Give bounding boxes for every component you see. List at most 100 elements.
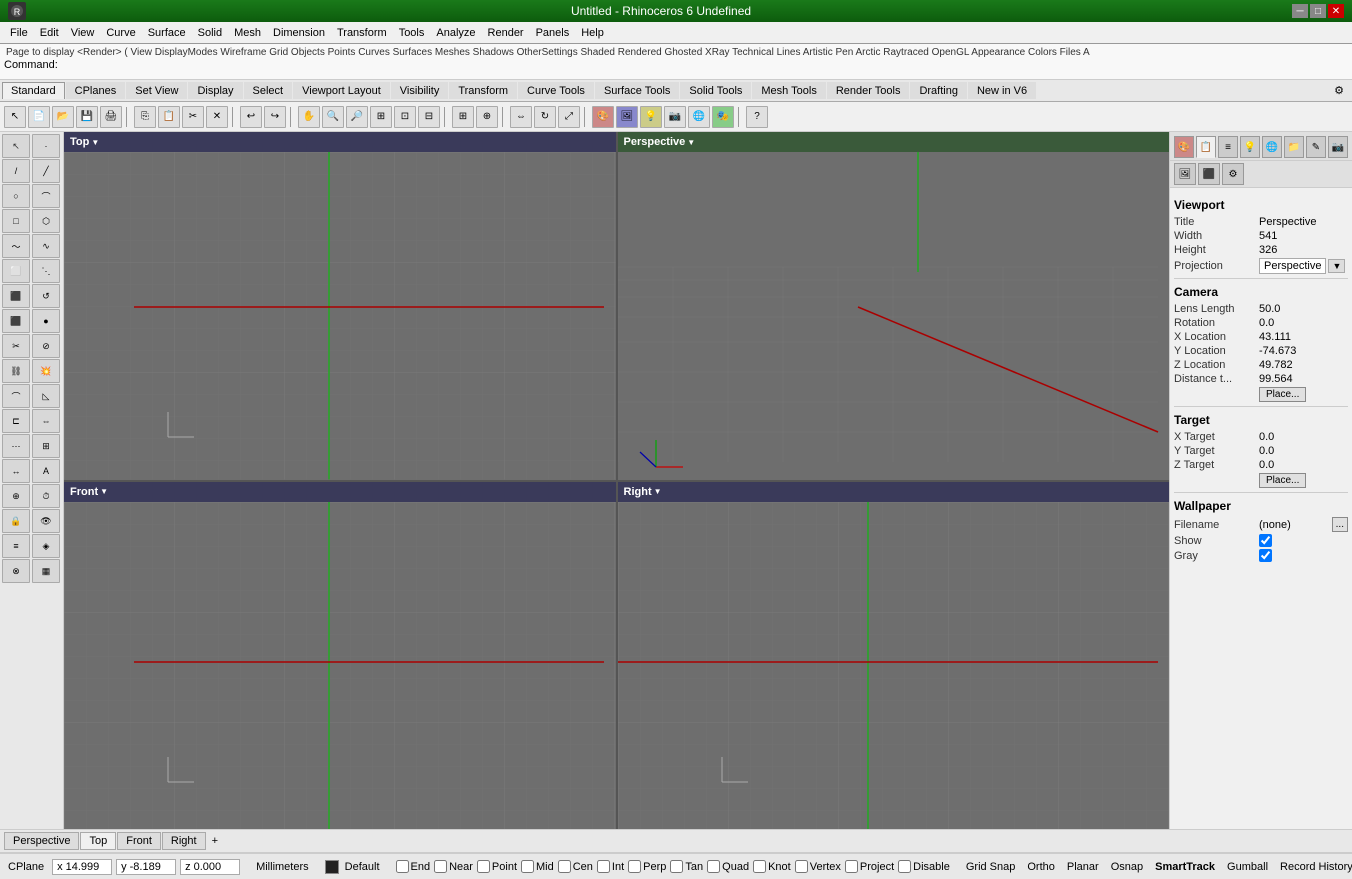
menu-tools[interactable]: Tools xyxy=(393,25,431,41)
snap-knot[interactable]: Knot xyxy=(753,860,791,873)
box-btn[interactable]: ⬛ xyxy=(2,309,30,333)
render-btn[interactable]: 🖼 xyxy=(616,106,638,128)
menu-transform[interactable]: Transform xyxy=(331,25,393,41)
redo-btn[interactable]: ↪ xyxy=(264,106,286,128)
rp-tab-lights[interactable]: 💡 xyxy=(1240,136,1260,158)
point-btn[interactable]: · xyxy=(32,134,60,158)
menu-surface[interactable]: Surface xyxy=(142,25,192,41)
arrow-select-btn[interactable]: ↖ xyxy=(2,134,30,158)
snap-end-checkbox[interactable] xyxy=(396,860,409,873)
viewport-front[interactable]: Front ▼ xyxy=(64,482,616,830)
print-btn[interactable]: 🖨 xyxy=(100,106,122,128)
snap-mid[interactable]: Mid xyxy=(521,860,554,873)
mesh-btn[interactable]: ⋱ xyxy=(32,259,60,283)
new-btn[interactable]: 📄 xyxy=(28,106,50,128)
text-btn[interactable]: A xyxy=(32,459,60,483)
viewport-top-menu[interactable]: ▼ xyxy=(91,138,99,147)
zoom-in-btn[interactable]: 🔍 xyxy=(322,106,344,128)
menu-analyze[interactable]: Analyze xyxy=(430,25,481,41)
rp-tab-material[interactable]: 🎨 xyxy=(1174,136,1194,158)
snap-vertex-checkbox[interactable] xyxy=(795,860,808,873)
snap-near[interactable]: Near xyxy=(434,860,473,873)
rectangle-btn[interactable]: □ xyxy=(2,209,30,233)
filename-browse-btn[interactable]: ... xyxy=(1332,517,1348,532)
tab-drafting[interactable]: Drafting xyxy=(910,82,967,99)
rp-tab-settings[interactable]: ⚙ xyxy=(1222,163,1244,185)
tab-viewport-layout[interactable]: Viewport Layout xyxy=(293,82,390,99)
btm-tab-perspective[interactable]: Perspective xyxy=(4,832,79,850)
menu-edit[interactable]: Edit xyxy=(34,25,65,41)
camera-btn[interactable]: 📷 xyxy=(664,106,686,128)
snap-cen-checkbox[interactable] xyxy=(558,860,571,873)
save-btn[interactable]: 💾 xyxy=(76,106,98,128)
menu-solid[interactable]: Solid xyxy=(192,25,228,41)
snap-project[interactable]: Project xyxy=(845,860,894,873)
snap-quad-checkbox[interactable] xyxy=(707,860,720,873)
gumball-btn[interactable]: ⊕ xyxy=(2,484,30,508)
rp-tab-layers[interactable]: ≡ xyxy=(1218,136,1238,158)
tab-visibility[interactable]: Visibility xyxy=(391,82,449,99)
tab-select[interactable]: Select xyxy=(244,82,293,99)
snap-tan[interactable]: Tan xyxy=(670,860,703,873)
viewport-perspective-menu[interactable]: ▼ xyxy=(687,138,695,147)
viewport-front-canvas[interactable] xyxy=(64,502,616,830)
viewport-right[interactable]: Right ▼ xyxy=(618,482,1170,830)
command-input[interactable] xyxy=(62,59,1348,71)
pan-btn[interactable]: ✋ xyxy=(298,106,320,128)
trim-btn[interactable]: ✂ xyxy=(2,334,30,358)
layer-btn[interactable]: ≡ xyxy=(2,534,30,558)
grid-snap-btn[interactable]: Grid Snap xyxy=(962,860,1020,874)
tab-mesh-tools[interactable]: Mesh Tools xyxy=(752,82,825,99)
gumball-btn[interactable]: Gumball xyxy=(1223,860,1272,874)
snap-disable[interactable]: Disable xyxy=(898,860,950,873)
viewport-right-menu[interactable]: ▼ xyxy=(654,487,662,496)
move-btn[interactable]: ⇔ xyxy=(510,106,532,128)
snap-tan-checkbox[interactable] xyxy=(670,860,683,873)
rp-tab-properties[interactable]: 📋 xyxy=(1196,136,1216,158)
snap-disable-checkbox[interactable] xyxy=(898,860,911,873)
sphere-btn[interactable]: ● xyxy=(32,309,60,333)
join-btn[interactable]: ⛓ xyxy=(2,359,30,383)
btm-tab-top[interactable]: Top xyxy=(80,832,116,850)
snap-end[interactable]: End xyxy=(396,860,431,873)
select-tool-btn[interactable]: ↖ xyxy=(4,106,26,128)
btm-tab-add-btn[interactable]: + xyxy=(207,833,223,849)
snap-near-checkbox[interactable] xyxy=(434,860,447,873)
scale-btn[interactable]: ⤢ xyxy=(558,106,580,128)
rp-tab-render-preview[interactable]: 🖼 xyxy=(1174,163,1196,185)
viewport-right-canvas[interactable] xyxy=(618,502,1170,830)
delete-btn[interactable]: ✕ xyxy=(206,106,228,128)
rp-tab-environment[interactable]: 🌐 xyxy=(1262,136,1282,158)
arc-btn[interactable]: ⌒ xyxy=(32,184,60,208)
snap-int[interactable]: Int xyxy=(597,860,624,873)
snap-btn[interactable]: ⊕ xyxy=(476,106,498,128)
analysis-btn[interactable]: ⊗ xyxy=(2,559,30,583)
snap-point-checkbox[interactable] xyxy=(477,860,490,873)
zoom-extent-btn[interactable]: ⊡ xyxy=(394,106,416,128)
menu-file[interactable]: File xyxy=(4,25,34,41)
viewport-top-canvas[interactable] xyxy=(64,152,616,480)
polyline-btn[interactable]: ╱ xyxy=(32,159,60,183)
tab-transform[interactable]: Transform xyxy=(449,82,517,99)
copy-btn[interactable]: ⎘ xyxy=(134,106,156,128)
dimension-btn[interactable]: ↔ xyxy=(2,459,30,483)
btm-tab-front[interactable]: Front xyxy=(117,832,161,850)
rp-tab-camera[interactable]: 📷 xyxy=(1328,136,1348,158)
snap-point[interactable]: Point xyxy=(477,860,517,873)
rotate-btn[interactable]: ↻ xyxy=(534,106,556,128)
close-button[interactable]: ✕ xyxy=(1328,4,1344,18)
undo-btn[interactable]: ↩ xyxy=(240,106,262,128)
extrude-btn[interactable]: ⬛ xyxy=(2,284,30,308)
projection-dropdown[interactable]: Perspective ▼ xyxy=(1259,258,1345,274)
snap-knot-checkbox[interactable] xyxy=(753,860,766,873)
snap-quad[interactable]: Quad xyxy=(707,860,749,873)
viewport-perspective[interactable]: Perspective ▼ xyxy=(618,132,1170,480)
tab-curve-tools[interactable]: Curve Tools xyxy=(518,82,594,99)
mirror-btn[interactable]: ⇔ xyxy=(32,409,60,433)
fillet-btn[interactable]: ⌒ xyxy=(2,384,30,408)
materials-btn[interactable]: 🎨 xyxy=(592,106,614,128)
line-btn[interactable]: / xyxy=(2,159,30,183)
zoom-all-btn[interactable]: ⊞ xyxy=(370,106,392,128)
lock-btn[interactable]: 🔒 xyxy=(2,509,30,533)
menu-curve[interactable]: Curve xyxy=(100,25,141,41)
